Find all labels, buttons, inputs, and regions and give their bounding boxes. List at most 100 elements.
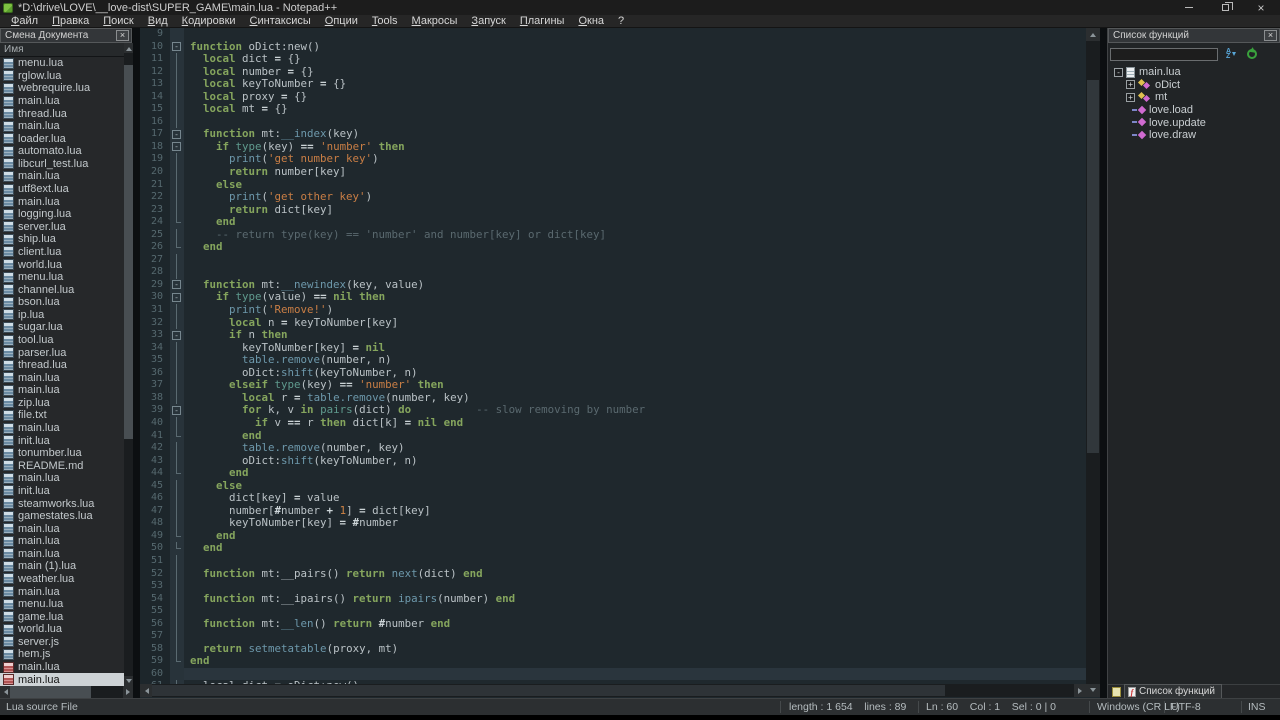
scrollbar-thumb[interactable] (10, 686, 92, 698)
menu-item-правка[interactable]: Правка (45, 15, 96, 27)
doc-switcher-file[interactable]: game.lua (0, 610, 124, 623)
doc-switcher-file[interactable]: weather.lua (0, 573, 124, 586)
insert-mode-status[interactable]: INS (1248, 701, 1266, 713)
function-tree-item-mt[interactable]: + mt (1110, 91, 1279, 104)
doc-map-tab[interactable] (1108, 685, 1124, 698)
code-text[interactable]: local n = keyToNumber[key] (184, 316, 1086, 330)
menu-item-вид[interactable]: Вид (141, 15, 175, 27)
editor-horizontal-scrollbar[interactable] (140, 684, 1086, 697)
code-line[interactable]: 25 -- return type(key) == 'number' and n… (140, 228, 1086, 242)
doc-switcher-file[interactable]: main.lua (0, 585, 124, 598)
fold-toggle-icon[interactable]: - (172, 142, 181, 152)
code-text[interactable]: function mt:__len() return #number end (184, 617, 1086, 631)
fold-toggle-icon[interactable]: - (172, 42, 181, 52)
menu-item-опции[interactable]: Опции (318, 15, 365, 27)
doc-switcher-file[interactable]: main.lua (0, 673, 124, 686)
code-line[interactable]: 20 return number[key] (140, 165, 1086, 179)
doc-switcher-file[interactable]: main.lua (0, 195, 124, 208)
menu-item-поиск[interactable]: Поиск (96, 15, 140, 27)
doc-switcher-file[interactable]: menu.lua (0, 57, 124, 70)
menu-item-макросы[interactable]: Макросы (405, 15, 465, 27)
tree-expand-icon[interactable]: - (1114, 67, 1123, 77)
doc-switcher-file[interactable]: steamworks.lua (0, 497, 124, 510)
doc-switcher-file[interactable]: rglow.lua (0, 70, 124, 83)
code-line[interactable]: 58 return setmetatable(proxy, mt) (140, 642, 1086, 656)
doc-switcher-file[interactable]: ip.lua (0, 309, 124, 322)
tree-expand-icon[interactable]: + (1126, 80, 1135, 90)
doc-switcher-file[interactable]: world.lua (0, 623, 124, 636)
fold-toggle-icon[interactable]: - (172, 330, 181, 340)
doc-switcher-close-button[interactable]: × (116, 30, 129, 41)
restore-button[interactable] (1218, 1, 1233, 14)
doc-switcher-file[interactable]: zip.lua (0, 397, 124, 410)
code-area[interactable]: 9 10- function oDict:new() 11 local dict = … (140, 28, 1086, 684)
fold-toggle-icon[interactable]: - (172, 280, 181, 290)
code-text[interactable]: oDict:shift(keyToNumber, n) (184, 454, 1086, 468)
function-list-close-button[interactable]: × (1264, 30, 1277, 41)
sort-button[interactable]: AZ (1223, 47, 1239, 61)
doc-switcher-file[interactable]: libcurl_test.lua (0, 158, 124, 171)
code-line[interactable]: 40 if v == r then dict[k] = nil end (140, 416, 1086, 430)
doc-switcher-file[interactable]: main.lua (0, 548, 124, 561)
function-tree-root[interactable]: - main.lua (1110, 66, 1279, 79)
code-text[interactable]: local proxy = {} (184, 90, 1086, 104)
close-button[interactable]: × (1254, 1, 1268, 14)
doc-switcher-vertical-scrollbar[interactable] (124, 43, 133, 686)
function-tree-item-love.draw[interactable]: love.draw (1110, 129, 1279, 142)
code-text[interactable]: end (184, 655, 1086, 668)
code-line[interactable]: 27 (140, 253, 1086, 267)
doc-switcher-file[interactable]: logging.lua (0, 208, 124, 221)
doc-switcher-file[interactable]: tonumber.lua (0, 447, 124, 460)
menu-item-синтаксисы[interactable]: Синтаксисы (243, 15, 318, 27)
code-line[interactable]: 26 end (140, 241, 1086, 254)
doc-switcher-file[interactable]: thread.lua (0, 359, 124, 372)
minimize-button[interactable] (1182, 1, 1196, 14)
tree-expand-icon[interactable]: + (1126, 92, 1135, 102)
scrollbar-thumb[interactable] (1087, 79, 1099, 453)
editor-vertical-scrollbar[interactable] (1086, 28, 1100, 697)
doc-switcher-file[interactable]: README.md (0, 460, 124, 473)
code-line[interactable]: 56 function mt:__len() return #number en… (140, 617, 1086, 631)
code-text[interactable]: return number[key] (184, 165, 1086, 179)
doc-switcher-file[interactable]: webrequire.lua (0, 82, 124, 95)
scroll-down-arrow-icon[interactable] (124, 676, 133, 686)
code-text[interactable]: end (184, 529, 1086, 543)
editor[interactable]: 9 10- function oDict:new() 11 local dict = … (140, 28, 1086, 684)
code-text[interactable]: local mt = {} (184, 103, 1086, 116)
doc-switcher-file[interactable]: automato.lua (0, 145, 124, 158)
doc-switcher-file[interactable]: server.js (0, 636, 124, 649)
function-list-tab[interactable]: f Список функций (1124, 684, 1222, 698)
code-line[interactable]: 50 end (140, 542, 1086, 555)
menu-item-окна[interactable]: Окна (571, 15, 611, 27)
doc-switcher-file[interactable]: channel.lua (0, 283, 124, 296)
doc-switcher-file[interactable]: tool.lua (0, 334, 124, 347)
doc-switcher-file[interactable]: main.lua (0, 371, 124, 384)
left-splitter[interactable] (133, 28, 140, 698)
menu-item-кодировки[interactable]: Кодировки (175, 15, 243, 27)
code-text[interactable]: function mt:__pairs() return next(dict) … (184, 567, 1086, 581)
scroll-left-arrow-icon[interactable] (140, 684, 152, 697)
scroll-up-arrow-icon[interactable] (124, 43, 133, 53)
reload-button[interactable] (1244, 47, 1260, 61)
code-text[interactable]: function mt:__ipairs() return ipairs(num… (184, 592, 1086, 606)
function-tree-item-love.load[interactable]: love.load (1110, 104, 1279, 117)
code-line[interactable]: 52 function mt:__pairs() return next(dic… (140, 567, 1086, 581)
doc-switcher-file[interactable]: main.lua (0, 170, 124, 183)
menu-item-плагины[interactable]: Плагины (513, 15, 572, 27)
fold-toggle-icon[interactable]: - (172, 129, 181, 139)
code-line[interactable]: 15 local mt = {} (140, 103, 1086, 116)
code-line[interactable]: 43 oDict:shift(keyToNumber, n) (140, 454, 1086, 468)
code-line[interactable]: 44 end (140, 466, 1086, 480)
code-text[interactable]: -- return type(key) == 'number' and numb… (184, 228, 1086, 242)
code-text[interactable]: local keyToNumber = {} (184, 77, 1086, 91)
code-line[interactable]: 48 keyToNumber[key] = #number (140, 517, 1086, 530)
function-tree-item-love.update[interactable]: love.update (1110, 116, 1279, 129)
doc-switcher-file[interactable]: world.lua (0, 258, 124, 271)
doc-switcher-file[interactable]: ship.lua (0, 233, 124, 246)
code-text[interactable]: return dict[key] (184, 203, 1086, 217)
doc-switcher-file[interactable]: bson.lua (0, 296, 124, 309)
code-text[interactable]: end (184, 542, 1086, 555)
doc-switcher-file[interactable]: gamestates.lua (0, 510, 124, 523)
code-line[interactable]: 49 end (140, 529, 1086, 543)
doc-switcher-file[interactable]: main.lua (0, 120, 124, 133)
